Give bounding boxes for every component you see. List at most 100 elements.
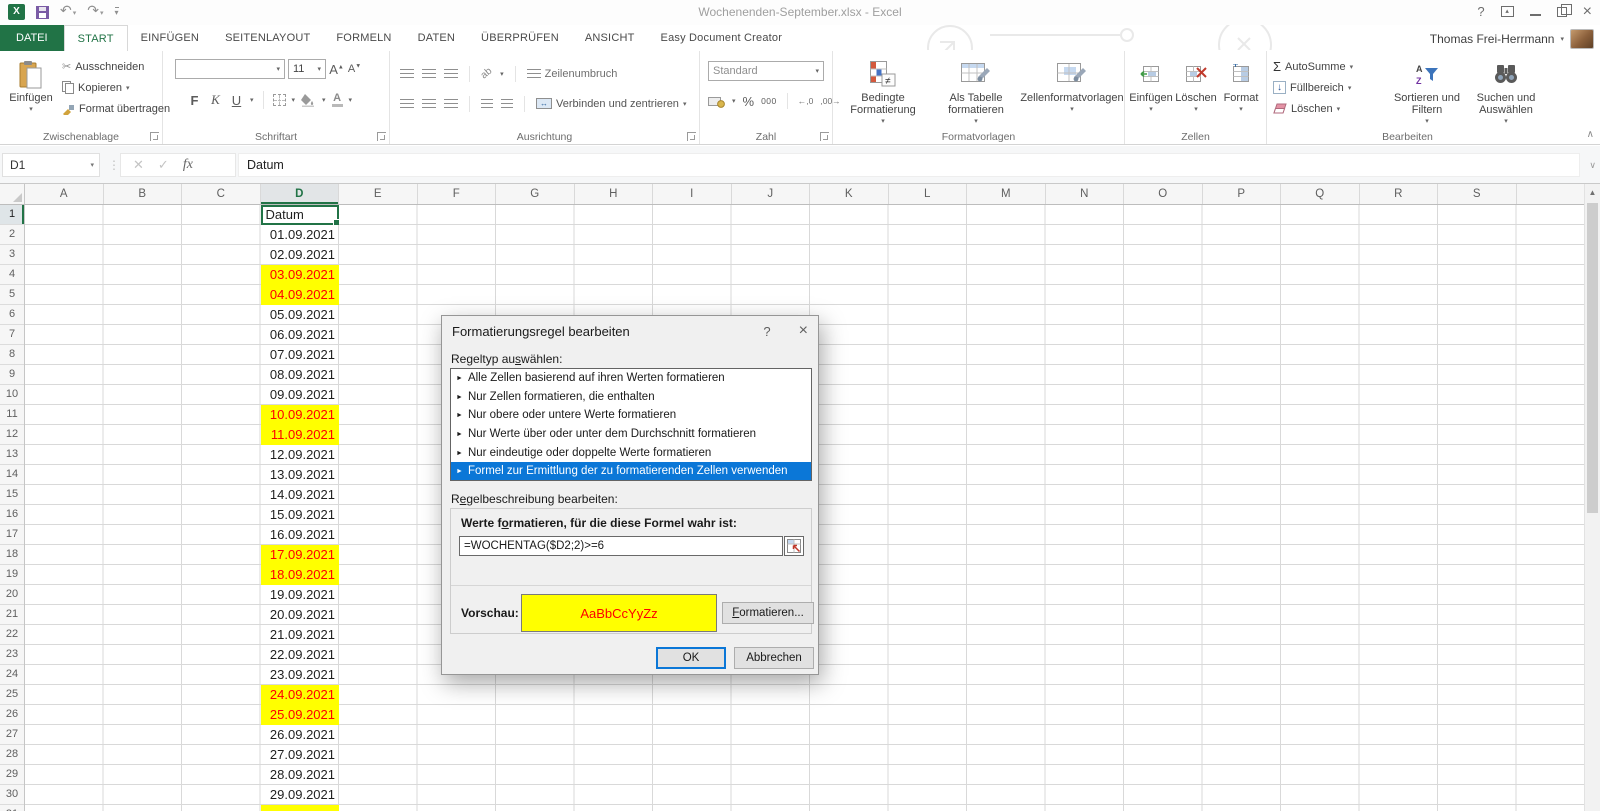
column-header[interactable]: R <box>1360 184 1439 204</box>
cancel-entry-icon[interactable]: ✕ <box>133 157 144 173</box>
column-header[interactable]: D <box>261 184 340 204</box>
accounting-chevron-icon[interactable]: ▾ <box>732 97 736 105</box>
cell[interactable]: 05.09.2021 <box>261 305 340 325</box>
row-header[interactable]: 3 <box>0 245 24 265</box>
format-as-table-button[interactable]: Als Tabelle formatieren ▾ <box>931 55 1021 128</box>
cell[interactable]: 18.09.2021 <box>261 565 340 585</box>
italic-button[interactable]: K <box>208 92 223 108</box>
row-header[interactable]: 12 <box>0 425 24 445</box>
cell[interactable]: 27.09.2021 <box>261 745 340 765</box>
column-header[interactable]: P <box>1203 184 1282 204</box>
increase-font-icon[interactable]: A▲ <box>329 62 344 77</box>
select-all-corner[interactable] <box>0 184 25 204</box>
row-header[interactable]: 26 <box>0 705 24 725</box>
scrollbar-thumb[interactable] <box>1587 203 1598 513</box>
rule-type-item[interactable]: ► Nur obere oder untere Werte formatiere… <box>451 406 811 425</box>
row-header[interactable]: 31 <box>0 805 24 811</box>
ok-button[interactable]: OK <box>656 647 726 669</box>
column-header[interactable]: E <box>339 184 418 204</box>
cell[interactable]: 19.09.2021 <box>261 585 340 605</box>
autosum-button[interactable]: Σ AutoSumme ▾ <box>1273 56 1353 77</box>
column-header[interactable]: Q <box>1281 184 1360 204</box>
ribbon-tab[interactable]: EINFÜGEN <box>128 25 212 51</box>
cancel-button[interactable]: Abbrechen <box>734 647 814 669</box>
ribbon-tab[interactable]: FORMELN <box>323 25 404 51</box>
column-header[interactable]: O <box>1124 184 1203 204</box>
underline-chevron-icon[interactable]: ▾ <box>250 96 254 104</box>
number-format-combo[interactable]: Standard ▾ <box>708 61 824 81</box>
save-icon[interactable] <box>36 6 49 19</box>
cell[interactable]: 02.09.2021 <box>261 245 340 265</box>
align-middle-icon[interactable] <box>422 69 436 78</box>
column-header[interactable]: L <box>889 184 968 204</box>
cell[interactable]: 09.09.2021 <box>261 385 340 405</box>
row-header[interactable]: 19 <box>0 565 24 585</box>
excel-logo-icon[interactable]: X <box>8 4 25 20</box>
row-header[interactable]: 21 <box>0 605 24 625</box>
cell[interactable]: 12.09.2021 <box>261 445 340 465</box>
row-header[interactable]: 15 <box>0 485 24 505</box>
cell[interactable]: 24.09.2021 <box>261 685 340 705</box>
row-header[interactable]: 24 <box>0 665 24 685</box>
fill-color-chevron-icon[interactable]: ▾ <box>322 96 326 104</box>
ribbon-display-options-icon[interactable]: ▴ <box>1501 6 1514 17</box>
column-header[interactable]: I <box>653 184 732 204</box>
formula-input[interactable]: Datum <box>238 153 1580 177</box>
row-header[interactable]: 14 <box>0 465 24 485</box>
redo-icon[interactable]: ↷▾ <box>87 3 103 21</box>
decrease-font-icon[interactable]: A▼ <box>347 63 362 75</box>
accounting-format-icon[interactable] <box>708 95 725 108</box>
cell[interactable]: 13.09.2021 <box>261 465 340 485</box>
name-box-chevron-icon[interactable]: ▾ <box>90 161 99 169</box>
cell[interactable]: 25.09.2021 <box>261 705 340 725</box>
row-header[interactable]: 7 <box>0 325 24 345</box>
column-header[interactable]: B <box>104 184 183 204</box>
row-header[interactable]: 17 <box>0 525 24 545</box>
cell[interactable]: 22.09.2021 <box>261 645 340 665</box>
column-header[interactable]: M <box>967 184 1046 204</box>
cell[interactable]: 08.09.2021 <box>261 365 340 385</box>
underline-button[interactable]: U <box>229 93 244 108</box>
cell[interactable]: 20.09.2021 <box>261 605 340 625</box>
paste-button[interactable]: Einfügen ▾ <box>6 55 56 116</box>
avatar[interactable] <box>1570 29 1594 49</box>
cell[interactable]: 26.09.2021 <box>261 725 340 745</box>
vertical-scrollbar[interactable]: ▲ <box>1584 184 1600 811</box>
borders-chevron-icon[interactable]: ▾ <box>292 96 296 104</box>
row-header[interactable]: 30 <box>0 785 24 805</box>
format-button[interactable]: Formatieren... <box>722 602 814 624</box>
cell[interactable]: 10.09.2021 <box>261 405 340 425</box>
cell[interactable]: 23.09.2021 <box>261 665 340 685</box>
align-bottom-icon[interactable] <box>444 69 458 78</box>
align-right-icon[interactable] <box>444 99 458 108</box>
row-header[interactable]: 16 <box>0 505 24 525</box>
delete-cells-button[interactable]: Löschen ▾ <box>1174 55 1218 116</box>
row-header[interactable]: 1 <box>0 205 24 225</box>
row-header[interactable]: 13 <box>0 445 24 465</box>
font-size-combo[interactable]: 11 ▾ <box>288 59 326 79</box>
cell[interactable]: 15.09.2021 <box>261 505 340 525</box>
merge-center-button[interactable]: ↔ Verbinden und zentrieren ▾ <box>536 93 686 114</box>
align-center-icon[interactable] <box>422 99 436 108</box>
close-icon[interactable]: × <box>1583 5 1592 19</box>
fill-button[interactable]: ↓ Füllbereich ▾ <box>1273 77 1353 98</box>
thousands-icon[interactable]: 000 <box>761 96 777 106</box>
bold-button[interactable]: F <box>187 93 202 108</box>
increase-indent-icon[interactable] <box>501 99 513 108</box>
percent-icon[interactable]: % <box>743 94 755 109</box>
cell[interactable]: 29.09.2021 <box>261 785 340 805</box>
column-header[interactable]: G <box>496 184 575 204</box>
collapse-ribbon-icon[interactable]: ∧ <box>1587 129 1594 140</box>
expand-formula-bar-icon[interactable]: ∨ <box>1589 160 1596 171</box>
cell[interactable]: 01.09.2021 <box>261 225 340 245</box>
number-dialog-launcher-icon[interactable] <box>820 132 829 141</box>
find-select-button[interactable]: Suchen und Auswählen ▾ <box>1467 55 1545 128</box>
copy-button[interactable]: Kopieren ▾ <box>62 77 170 98</box>
conditional-formatting-button[interactable]: ≠ Bedingte Formatierung ▾ <box>839 55 927 128</box>
insert-function-icon[interactable]: fx <box>183 157 193 173</box>
row-header[interactable]: 22 <box>0 625 24 645</box>
column-header[interactable]: A <box>25 184 104 204</box>
rule-type-item[interactable]: ► Nur Werte über oder unter dem Durchsch… <box>451 425 811 444</box>
row-header[interactable]: 2 <box>0 225 24 245</box>
rule-type-item[interactable]: ► Alle Zellen basierend auf ihren Werten… <box>451 369 811 388</box>
